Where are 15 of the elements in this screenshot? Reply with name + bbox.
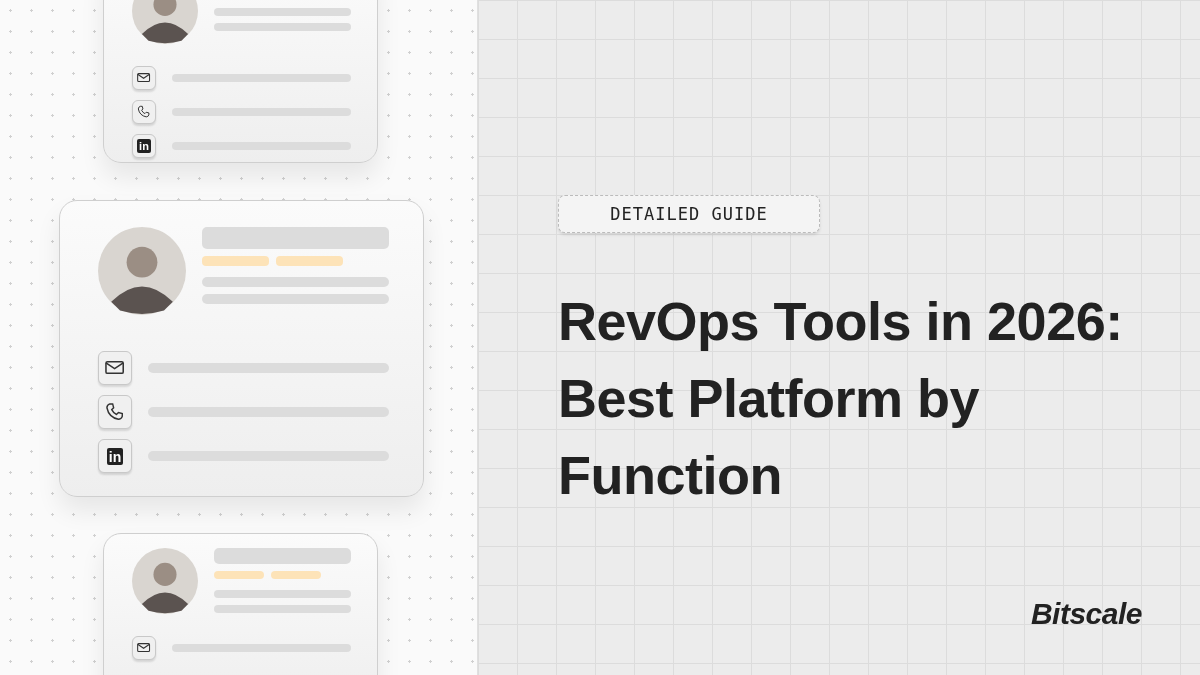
tag-placeholder xyxy=(214,571,264,579)
tag-placeholder xyxy=(202,256,269,266)
mail-icon xyxy=(137,641,151,655)
avatar-icon xyxy=(98,227,186,315)
tag-placeholder xyxy=(271,571,321,579)
tag-placeholder xyxy=(276,256,343,266)
mail-icon xyxy=(137,71,151,85)
article-title: RevOps Tools in 2026: Best Platform by Function xyxy=(558,290,1124,507)
phone-icon xyxy=(105,402,125,422)
brand-logo: Bitscale xyxy=(1030,597,1142,631)
category-badge: DETAILED GUIDE xyxy=(558,195,820,233)
phone-icon xyxy=(137,105,151,119)
linkedin-logo: in xyxy=(137,139,151,153)
linkedin-logo: in xyxy=(106,447,124,465)
avatar-icon xyxy=(132,548,198,614)
